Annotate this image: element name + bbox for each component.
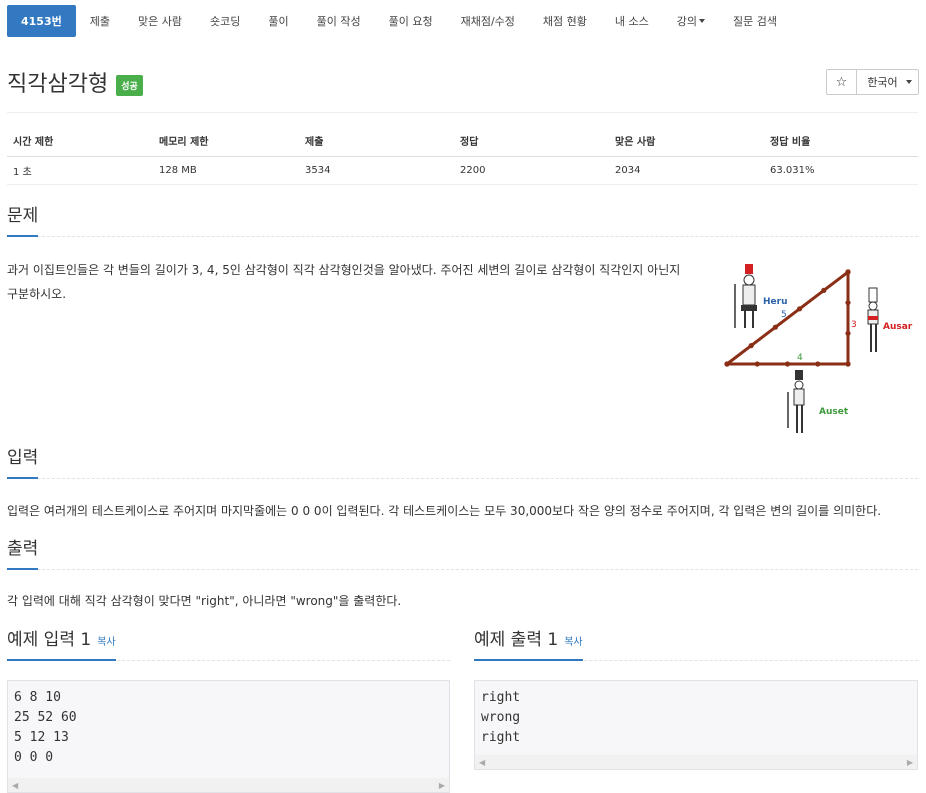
scroll-right-icon[interactable]: ▶ <box>439 781 445 790</box>
time-limit-value: 1 초 <box>7 156 153 185</box>
auset-label: Auset <box>819 407 849 417</box>
problem-nav-tabs: 4153번 제출 맞은 사람 숏코딩 풀이 풀이 작성 풀이 요청 재채점/수정… <box>7 4 791 38</box>
sample-output-box[interactable]: right wrong right ◀ ▶ <box>474 680 918 770</box>
sample-output-header: 예제 출력 1 복사 <box>474 627 918 661</box>
table-row: 1 초 128 MB 3534 2200 2034 63.031% <box>7 156 918 185</box>
memory-limit-value: 128 MB <box>153 156 299 185</box>
tab-submit[interactable]: 제출 <box>76 5 124 37</box>
sample-input-header: 예제 입력 1 복사 <box>7 627 450 661</box>
chevron-down-icon <box>905 80 912 84</box>
tab-lectures-label: 강의 <box>676 15 697 28</box>
status-badge: 성공 <box>116 74 143 96</box>
heru-label: Heru <box>763 297 787 307</box>
side-3-label: 3 <box>851 320 857 330</box>
accept-ratio-value: 63.031% <box>764 156 918 185</box>
header-accepted: 정답 <box>454 126 609 157</box>
page-title: 직각삼각형 <box>7 72 109 97</box>
header-submissions: 제출 <box>299 126 454 157</box>
output-description: 각 입력에 대해 직각 삼각형이 맞다면 "right", 아니라면 "wron… <box>7 594 402 608</box>
problem-info-table: 시간 제한 메모리 제한 제출 정답 맞은 사람 정답 비율 1 초 128 M… <box>7 126 918 185</box>
divider <box>7 112 918 113</box>
tab-short-coding[interactable]: 숏코딩 <box>196 5 254 37</box>
header-accept-ratio: 정답 비율 <box>764 126 918 157</box>
scroll-left-icon[interactable]: ◀ <box>479 758 485 767</box>
heru-figure-icon <box>734 264 757 328</box>
title-actions: ☆ 한국어 <box>826 69 919 95</box>
tab-solutions[interactable]: 풀이 <box>254 5 302 37</box>
sample-output-title: 예제 출력 1 <box>474 630 559 650</box>
rope-knot <box>754 361 760 367</box>
tab-question-search[interactable]: 질문 검색 <box>719 5 791 37</box>
star-icon: ☆ <box>835 74 848 90</box>
ausar-figure-icon <box>867 287 879 352</box>
tab-write-solution[interactable]: 풀이 작성 <box>303 5 375 37</box>
problem-heading: 문제 <box>7 203 39 237</box>
header-memory-limit: 메모리 제한 <box>153 126 299 157</box>
tab-request-solution[interactable]: 풀이 요청 <box>375 5 447 37</box>
rope-knot <box>815 361 821 367</box>
copy-sample-output-button[interactable]: 복사 <box>564 637 582 648</box>
tab-my-source[interactable]: 내 소스 <box>601 5 663 37</box>
auset-figure-icon <box>787 370 805 433</box>
tab-problem-number[interactable]: 4153번 <box>7 5 76 37</box>
sample-input-box[interactable]: 6 8 10 25 52 60 5 12 13 0 0 0 ◀ ▶ <box>7 680 450 793</box>
rope-knot <box>784 361 791 367</box>
side-5-label: 5 <box>781 310 787 320</box>
submissions-value: 3534 <box>299 156 454 185</box>
sample-input-title: 예제 입력 1 <box>7 630 92 650</box>
chevron-down-icon <box>698 19 705 23</box>
tab-accepted-users[interactable]: 맞은 사람 <box>124 5 196 37</box>
problem-section-header: 문제 <box>7 203 918 237</box>
tab-lectures[interactable]: 강의 <box>663 5 719 37</box>
rope-knot <box>724 361 730 367</box>
accepted-value: 2200 <box>454 156 609 185</box>
table-header-row: 시간 제한 메모리 제한 제출 정답 맞은 사람 정답 비율 <box>7 126 918 157</box>
language-label: 한국어 <box>867 76 898 89</box>
input-heading: 입력 <box>7 445 39 479</box>
rope-knot <box>845 361 851 367</box>
horizontal-scrollbar[interactable]: ◀ ▶ <box>475 755 917 769</box>
problem-description: 과거 이집트인들은 각 변들의 길이가 3, 4, 5인 삼각형이 직각 삼각형… <box>7 258 717 306</box>
output-section-header: 출력 <box>7 536 918 570</box>
problem-title-row: 직각삼각형 성공 <box>7 66 143 98</box>
header-time-limit: 시간 제한 <box>7 126 153 157</box>
sample-input-heading: 예제 입력 1 복사 <box>7 627 116 661</box>
scroll-right-icon[interactable]: ▶ <box>907 758 913 767</box>
rope-knot <box>845 269 851 275</box>
rope-knot <box>772 324 778 330</box>
solved-users-value: 2034 <box>609 156 764 185</box>
sample-input-text: 6 8 10 25 52 60 5 12 13 0 0 0 <box>14 690 77 765</box>
header-solved-users: 맞은 사람 <box>609 126 764 157</box>
rope-knot <box>845 300 851 306</box>
language-dropdown[interactable]: 한국어 <box>857 69 919 95</box>
rope-knot <box>821 287 827 293</box>
side-4-label: 4 <box>797 353 803 363</box>
problem-text-line: 과거 이집트인들은 각 변들의 길이가 3, 4, 5인 삼각형이 직각 삼각형… <box>7 263 681 277</box>
copy-sample-input-button[interactable]: 복사 <box>97 637 115 648</box>
sample-output-heading: 예제 출력 1 복사 <box>474 627 583 661</box>
input-description: 입력은 여러개의 테스트케이스로 주어지며 마지막줄에는 0 0 0이 입력된다… <box>7 504 882 518</box>
problem-text-line: 구분하시오. <box>7 287 67 301</box>
sample-output-text: right wrong right <box>481 690 521 745</box>
rope-knot <box>797 306 803 312</box>
rope-knot <box>845 330 851 336</box>
scroll-left-icon[interactable]: ◀ <box>12 781 18 790</box>
egyptian-triangle-figure: Heru 5 3 Ausar 4 Auset <box>724 264 913 433</box>
ausar-label: Ausar <box>883 322 913 332</box>
input-section-header: 입력 <box>7 445 918 479</box>
tab-judge-status[interactable]: 채점 현황 <box>529 5 601 37</box>
rope-knot <box>748 343 754 349</box>
tab-rejudge[interactable]: 재채점/수정 <box>447 5 529 37</box>
favorite-button[interactable]: ☆ <box>826 69 857 95</box>
output-heading: 출력 <box>7 536 39 570</box>
horizontal-scrollbar[interactable]: ◀ ▶ <box>8 778 449 792</box>
